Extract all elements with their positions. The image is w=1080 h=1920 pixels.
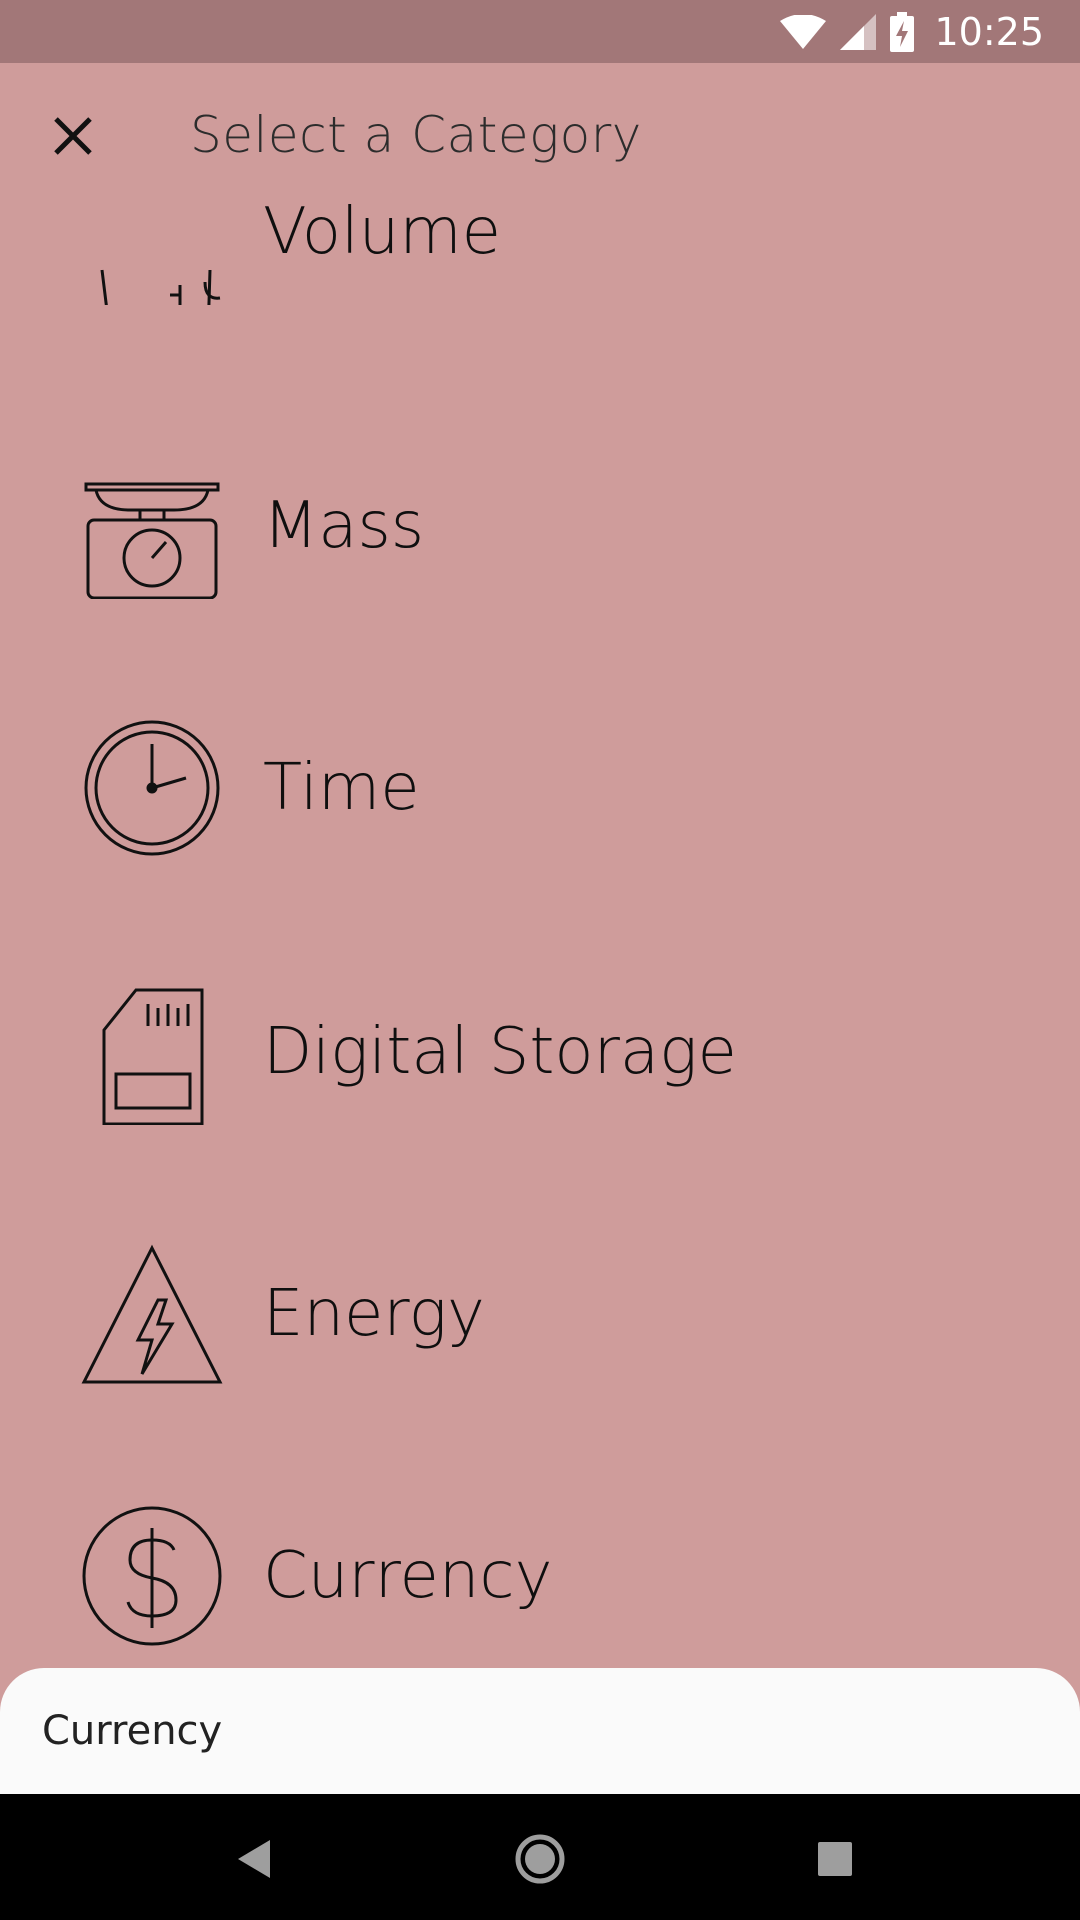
recents-button[interactable] — [800, 1824, 870, 1894]
page-title: Select a Category — [190, 106, 642, 164]
category-item-time[interactable]: Time — [0, 652, 1080, 914]
category-label: Currency — [263, 1539, 553, 1613]
category-item-mass[interactable]: Mass — [0, 390, 1080, 652]
home-icon — [515, 1834, 565, 1884]
dollar-coin-icon — [82, 1506, 222, 1646]
status-bar: 10:25 — [0, 0, 1080, 63]
recents-icon — [818, 1842, 852, 1876]
category-list[interactable]: Volume Mass Time Digital Storage Energy … — [0, 0, 1080, 1668]
kitchen-scale-icon — [84, 482, 220, 599]
sd-card-icon — [102, 988, 204, 1125]
selected-category-label: Currency — [42, 1708, 223, 1754]
category-item-energy[interactable]: Energy — [0, 1178, 1080, 1440]
close-icon — [54, 117, 92, 155]
selected-category-sheet[interactable]: Currency — [0, 1668, 1080, 1794]
back-button[interactable] — [220, 1824, 290, 1894]
category-label: Energy — [263, 1277, 485, 1351]
wifi-icon — [780, 14, 827, 49]
system-nav-bar — [0, 1794, 1080, 1920]
category-label: Mass — [263, 489, 425, 563]
category-label: Digital Storage — [263, 1015, 737, 1089]
status-icons: 10:25 — [780, 0, 1044, 63]
high-voltage-icon — [81, 1244, 223, 1384]
back-icon — [238, 1840, 270, 1878]
dialog-header: Select a Category — [0, 63, 1080, 213]
battery-charging-icon — [890, 11, 915, 52]
clock-time: 10:25 — [934, 9, 1044, 54]
category-label: Time — [263, 751, 420, 825]
home-button[interactable] — [505, 1824, 575, 1894]
clock-icon — [84, 720, 220, 856]
close-button[interactable] — [40, 103, 106, 169]
category-item-digital-storage[interactable]: Digital Storage — [0, 916, 1080, 1178]
category-item-currency[interactable]: Currency — [0, 1440, 1080, 1668]
cellular-signal-icon — [840, 13, 877, 50]
